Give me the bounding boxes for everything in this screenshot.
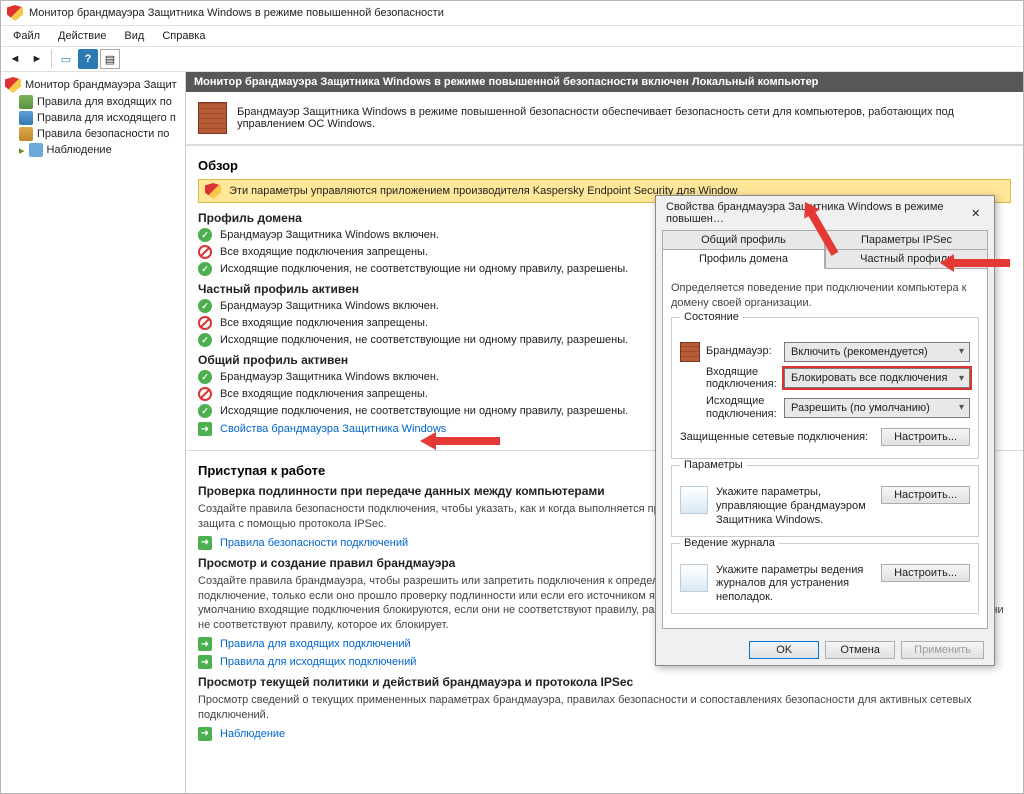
toolbar: ◄ ► ▭ ? ▤ [1, 47, 1023, 72]
toolbar-help-icon[interactable]: ? [78, 49, 98, 69]
policy-head: Просмотр текущей политики и действий бра… [198, 675, 1011, 689]
tab-description: Определяется поведение при подключении к… [671, 281, 979, 311]
dialog-title: Свойства брандмауэра Защитника Windows в… [666, 201, 963, 225]
warn-shield-icon [205, 183, 221, 199]
cancel-button[interactable]: Отмена [825, 641, 895, 659]
menu-view[interactable]: Вид [116, 28, 152, 44]
tree-security-rules[interactable]: Правила безопасности по [17, 126, 183, 142]
block-icon [198, 387, 212, 401]
label-inbound: Входящие подключения: [706, 366, 778, 391]
go-icon [198, 422, 212, 436]
group-log-title: Ведение журнала [680, 537, 779, 549]
firewall-properties-link[interactable]: Свойства брандмауэра Защитника Windows [220, 423, 446, 435]
go-icon [198, 637, 212, 651]
inbound-icon [19, 95, 33, 109]
params-text: Укажите параметры, управляющие брандмауэ… [716, 486, 873, 527]
toolbar-list-icon[interactable]: ▭ [56, 49, 76, 69]
firewall-properties-dialog: Свойства брандмауэра Защитника Windows в… [655, 195, 995, 666]
ok-button[interactable]: OK [749, 641, 819, 659]
policy-text: Просмотр сведений о текущих примененных … [198, 693, 1011, 723]
log-text: Укажите параметры ведения журналов для у… [716, 564, 873, 605]
outbound-rules-link[interactable]: Правила для исходящих подключений [220, 656, 416, 668]
menubar: Файл Действие Вид Справка [1, 26, 1023, 47]
protected-customize-button[interactable]: Настроить... [881, 428, 970, 446]
nav-forward-button[interactable]: ► [27, 49, 47, 69]
label-protected: Защищенные сетевые подключения: [680, 431, 875, 443]
block-icon [198, 316, 212, 330]
menu-file[interactable]: Файл [5, 28, 48, 44]
outbound-icon [19, 111, 33, 125]
go-icon [198, 727, 212, 741]
params-icon [680, 486, 708, 514]
tree-inbound-rules[interactable]: Правила для входящих по [17, 94, 183, 110]
group-state-title: Состояние [680, 311, 743, 323]
label-firewall: Брандмауэр: [706, 345, 778, 358]
window-title: Монитор брандмауэра Защитника Windows в … [29, 7, 444, 19]
firewall-brick-icon [680, 342, 700, 362]
label-outbound: Исходящие подключения: [706, 395, 778, 420]
tab-domain-profile[interactable]: Профиль домена [662, 249, 825, 269]
menu-action[interactable]: Действие [50, 28, 114, 44]
header-description: Брандмауэр Защитника Windows в режиме по… [237, 106, 1011, 130]
combo-inbound[interactable]: Блокировать все подключения [784, 368, 970, 388]
monitor-icon [29, 143, 43, 157]
security-icon [19, 127, 33, 141]
check-icon [198, 228, 212, 242]
block-icon [198, 245, 212, 259]
check-icon [198, 370, 212, 384]
params-customize-button[interactable]: Настроить... [881, 486, 970, 504]
tree-monitoring[interactable]: ▸Наблюдение [17, 142, 183, 158]
nav-back-button[interactable]: ◄ [5, 49, 25, 69]
apply-button[interactable]: Применить [901, 641, 984, 659]
tree-outbound-rules[interactable]: Правила для исходящего п [17, 110, 183, 126]
toolbar-doc-icon[interactable]: ▤ [100, 49, 120, 69]
tab-ipsec[interactable]: Параметры IPSec [825, 230, 988, 249]
tree-root[interactable]: Монитор брандмауэра Защит [3, 76, 183, 94]
combo-firewall-state[interactable]: Включить (рекомендуется) [784, 342, 970, 362]
shield-icon [5, 77, 21, 93]
combo-outbound[interactable]: Разрешить (по умолчанию) [784, 398, 970, 418]
nav-tree: Монитор брандмауэра Защит Правила для вх… [1, 72, 186, 793]
tab-private-profile[interactable]: Частный профиль [825, 249, 988, 269]
check-icon [198, 404, 212, 418]
dialog-close-button[interactable]: ✕ [963, 203, 988, 223]
monitoring-link[interactable]: Наблюдение [220, 728, 285, 740]
menu-help[interactable]: Справка [154, 28, 213, 44]
check-icon [198, 262, 212, 276]
check-icon [198, 333, 212, 347]
tab-public-profile[interactable]: Общий профиль [662, 230, 825, 249]
main-header: Монитор брандмауэра Защитника Windows в … [186, 72, 1023, 92]
overview-title: Обзор [198, 158, 1011, 173]
check-icon [198, 299, 212, 313]
titlebar: Монитор брандмауэра Защитника Windows в … [1, 1, 1023, 26]
go-icon [198, 536, 212, 550]
inbound-rules-link[interactable]: Правила для входящих подключений [220, 638, 411, 650]
firewall-brick-icon [198, 102, 227, 134]
go-icon [198, 655, 212, 669]
shield-appicon [7, 5, 23, 21]
log-customize-button[interactable]: Настроить... [881, 564, 970, 582]
security-rules-link[interactable]: Правила безопасности подключений [220, 537, 408, 549]
group-params-title: Параметры [680, 459, 747, 471]
log-icon [680, 564, 708, 592]
